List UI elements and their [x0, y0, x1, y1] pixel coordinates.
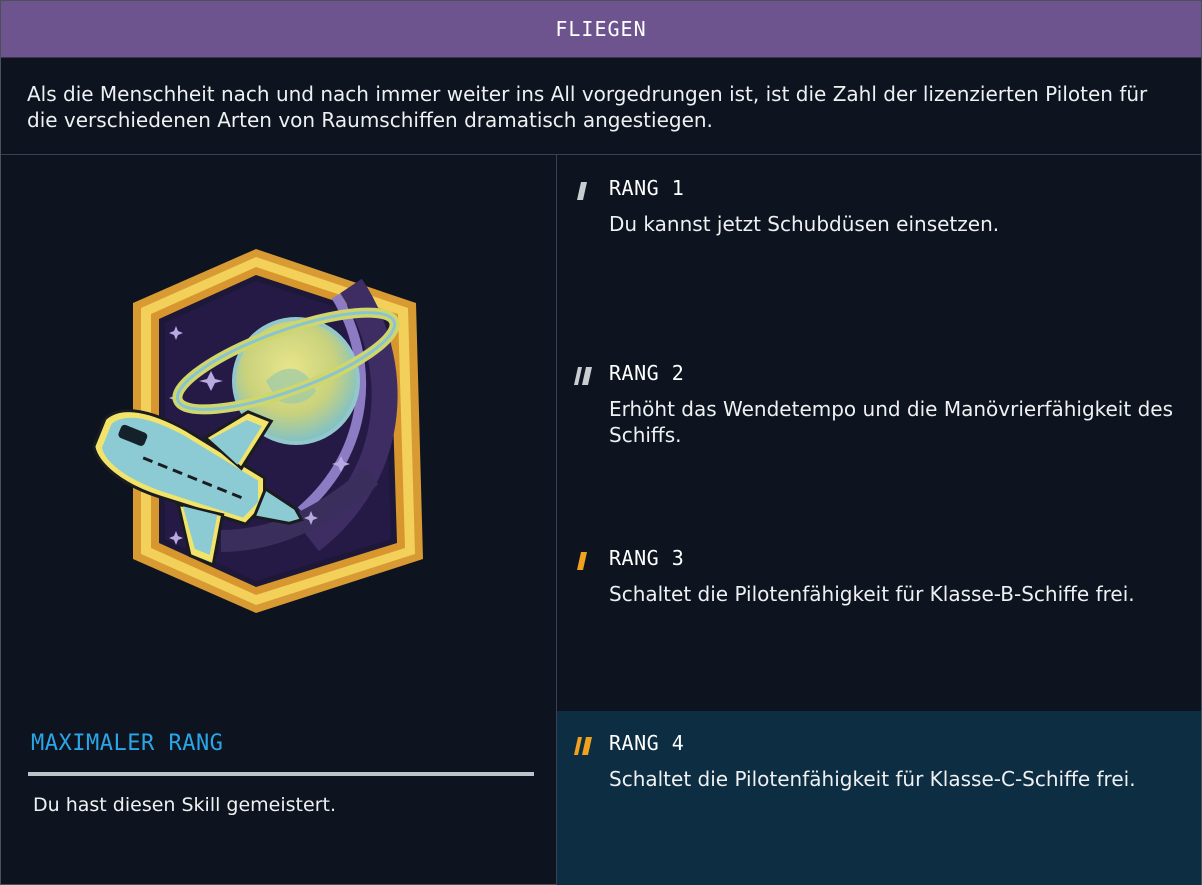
skill-panel: FLIEGEN Als die Menschheit nach und nach…: [0, 0, 1202, 885]
horizontal-divider: [1, 154, 1201, 155]
max-rank-progress-bar: [28, 772, 534, 776]
skill-description: Als die Menschheit nach und nach immer w…: [27, 82, 1148, 132]
rank-3-title: RANG 3: [609, 546, 685, 570]
rank-3-entry: RANG 3 Schaltet die Pilotenfähigkeit für…: [557, 526, 1201, 711]
rank-2-icon: [574, 367, 592, 385]
rank-2-text: Erhöht das Wendetempo und die Manövrierf…: [609, 397, 1173, 447]
rank-1-title: RANG 1: [609, 176, 685, 200]
skill-header: FLIEGEN: [1, 1, 1201, 58]
max-rank-text: Du hast diesen Skill gemeistert.: [33, 794, 336, 816]
rank-1-icon: [577, 182, 587, 200]
rank-2-entry: RANG 2 Erhöht das Wendetempo und die Man…: [557, 341, 1201, 526]
rank-4-title: RANG 4: [609, 731, 685, 755]
space-shuttle-planet-patch-icon: [92, 249, 423, 613]
rank-1-text: Du kannst jetzt Schubdüsen einsetzen.: [609, 212, 1000, 236]
rank-2-title: RANG 2: [609, 361, 685, 385]
rank-4-icon: [574, 737, 592, 755]
rank-3-icon: [577, 552, 587, 570]
rank-4-text: Schaltet die Pilotenfähigkeit für Klasse…: [609, 767, 1136, 791]
skill-title: FLIEGEN: [555, 17, 647, 41]
rank-3-text: Schaltet die Pilotenfähigkeit für Klasse…: [609, 582, 1135, 606]
max-rank-title: MAXIMALER RANG: [31, 731, 224, 756]
rank-1-entry: RANG 1 Du kannst jetzt Schubdüsen einset…: [557, 156, 1201, 341]
rank-4-entry: RANG 4 Schaltet die Pilotenfähigkeit für…: [557, 711, 1201, 885]
